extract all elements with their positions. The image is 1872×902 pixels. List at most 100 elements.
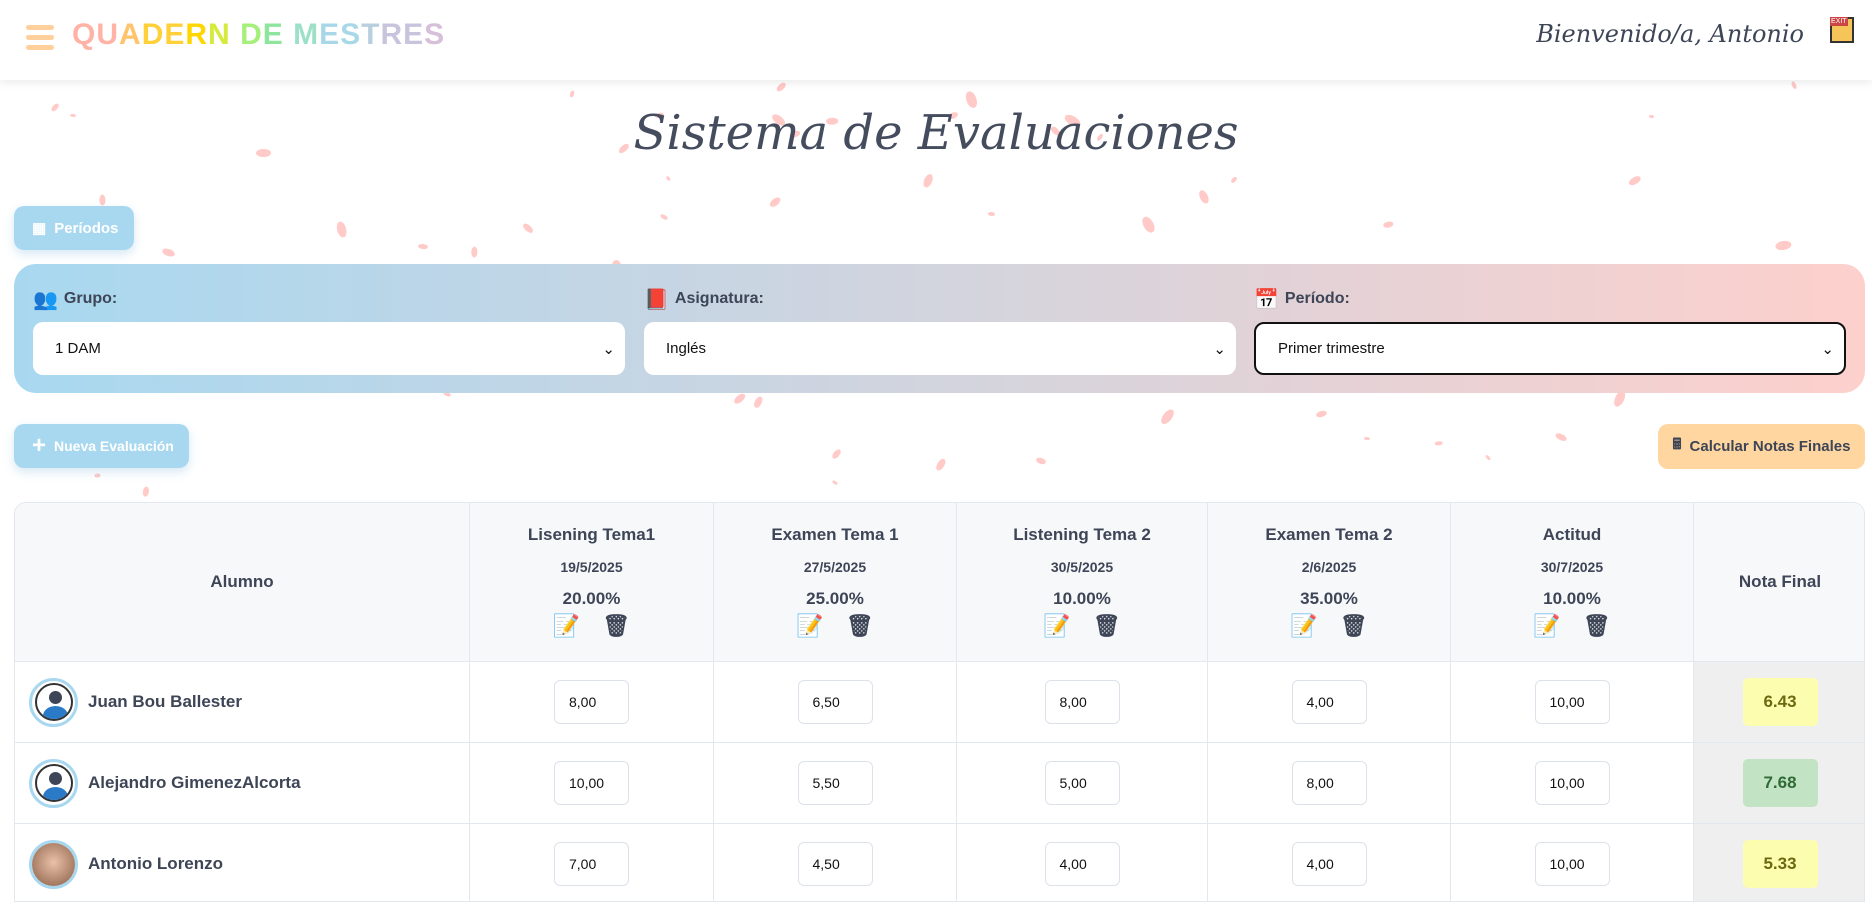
- group-select[interactable]: 1 DAM ⌄: [33, 322, 625, 375]
- petal-decoration: [775, 80, 788, 93]
- grade-input[interactable]: 8,00: [1291, 761, 1367, 805]
- grade-input[interactable]: 4,00: [1044, 842, 1120, 886]
- column-header-student: Alumno: [15, 503, 470, 662]
- petal-decoration: [417, 243, 428, 250]
- evaluation-date: 30/5/2025: [1050, 559, 1114, 575]
- petal-decoration: [569, 90, 576, 98]
- grade-input[interactable]: 6,50: [797, 680, 873, 724]
- petal-decoration: [1197, 188, 1211, 205]
- evaluation-weight: 25.00%: [806, 589, 864, 608]
- subject-label: Asignatura:: [674, 290, 764, 307]
- avatar: [29, 839, 78, 889]
- petal-decoration: [933, 456, 948, 472]
- delete-trash-icon[interactable]: 🗑: [846, 613, 874, 639]
- grade-cell: 10,00: [470, 743, 714, 824]
- grade-input[interactable]: 10,00: [1534, 761, 1610, 805]
- edit-notepad-icon[interactable]: 📝: [1290, 613, 1317, 639]
- evaluation-weight: 10.00%: [1543, 589, 1601, 608]
- petal-decoration: [335, 220, 348, 238]
- grade-input[interactable]: 8,00: [554, 680, 629, 724]
- period-select[interactable]: Primer trimestre ⌄: [1254, 322, 1846, 375]
- grade-cell: 8,00: [470, 662, 714, 743]
- edit-notepad-icon[interactable]: 📝: [796, 613, 823, 639]
- evaluation-name: Examen Tema 1: [771, 525, 899, 544]
- edit-notepad-icon[interactable]: 📝: [553, 613, 580, 639]
- student-cell: Antonio Lorenzo: [15, 824, 470, 901]
- grade-input[interactable]: 4,50: [797, 842, 873, 886]
- evaluation-name: Examen Tema 2: [1265, 525, 1393, 544]
- user-avatar-icon: [34, 683, 73, 721]
- edit-notepad-icon[interactable]: 📝: [1043, 613, 1070, 639]
- grade-cell: 4,00: [1208, 824, 1451, 901]
- delete-trash-icon[interactable]: 🗑: [1340, 613, 1368, 639]
- student-cell: Alejandro GimenezAlcorta: [15, 743, 470, 824]
- grades-table: Alumno Lisening Tema1 19/5/2025 20.00% 📝 🗑 Exa…: [14, 502, 1865, 902]
- grade-cell: 4,00: [957, 824, 1208, 901]
- evaluation-name: Actitud: [1542, 525, 1602, 544]
- delete-trash-icon[interactable]: 🗑: [1093, 613, 1121, 639]
- evaluation-actions: 📝 🗑: [1043, 613, 1120, 639]
- subject-select[interactable]: Inglés ⌄: [644, 322, 1236, 375]
- grade-input[interactable]: 5,00: [1044, 761, 1120, 805]
- grade-cell: 4,50: [714, 824, 957, 901]
- grade-input[interactable]: 10,00: [1534, 842, 1610, 886]
- chevron-down-icon: ⌄: [1821, 340, 1834, 358]
- periods-button[interactable]: ▦ Períodos: [14, 206, 134, 250]
- grade-input[interactable]: 5,50: [797, 761, 873, 805]
- evaluation-date: 2/6/2025: [1301, 559, 1357, 575]
- calculate-label: Calcular Notas Finales: [1689, 438, 1851, 455]
- petal-decoration: [752, 395, 765, 410]
- delete-trash-icon[interactable]: 🗑: [1583, 613, 1611, 639]
- petal-decoration: [1382, 220, 1394, 229]
- column-header-evaluation: Examen Tema 1 27/5/2025 25.00% 📝 🗑: [714, 503, 957, 662]
- student-header-label: Alumno: [210, 572, 274, 591]
- evaluation-weight: 20.00%: [562, 589, 621, 608]
- final-grade-badge: 5.33: [1742, 840, 1818, 888]
- new-evaluation-label: Nueva Evaluación: [54, 438, 174, 454]
- subject-value: Inglés: [666, 340, 707, 357]
- petal-decoration: [1554, 431, 1568, 443]
- hamburger-menu-icon[interactable]: [26, 25, 54, 50]
- student-name: Juan Bou Ballester: [88, 692, 242, 711]
- edit-notepad-icon[interactable]: 📝: [1533, 613, 1560, 639]
- grade-cell: 5,00: [957, 743, 1208, 824]
- petal-decoration: [1158, 406, 1177, 427]
- calendar-icon: 📅: [1254, 288, 1279, 311]
- grade-input[interactable]: 8,00: [1044, 680, 1120, 724]
- petal-decoration: [1790, 80, 1798, 90]
- delete-trash-icon[interactable]: 🗑: [602, 613, 630, 639]
- user-avatar-icon: [34, 764, 73, 802]
- grade-cell: 10,00: [1451, 743, 1694, 824]
- calculate-final-grades-button[interactable]: 🖩 Calcular Notas Finales: [1658, 424, 1865, 469]
- new-evaluation-button[interactable]: + Nueva Evaluación: [14, 424, 189, 468]
- grade-input[interactable]: 4,00: [1291, 842, 1367, 886]
- petal-decoration: [659, 213, 669, 221]
- grade-cell: 5,50: [714, 743, 957, 824]
- student-name: Alejandro GimenezAlcorta: [88, 773, 301, 792]
- petal-decoration: [1314, 409, 1328, 419]
- petal-decoration: [1484, 454, 1491, 462]
- grade-input[interactable]: 10,00: [1534, 680, 1610, 724]
- grade-cell: 7,00: [470, 824, 714, 901]
- period-value: Primer trimestre: [1278, 340, 1385, 357]
- final-grade-header-label: Nota Final: [1738, 572, 1822, 591]
- chevron-down-icon: ⌄: [602, 340, 615, 358]
- petal-decoration: [830, 447, 843, 460]
- column-header-evaluation: Examen Tema 2 2/6/2025 35.00% 📝 🗑: [1208, 503, 1451, 662]
- period-label: Período:: [1284, 290, 1350, 307]
- evaluation-weight: 35.00%: [1300, 589, 1358, 608]
- logout-exit-icon[interactable]: [1830, 17, 1854, 43]
- grade-input[interactable]: 7,00: [554, 842, 629, 886]
- petal-decoration: [921, 172, 935, 189]
- final-grade-cell: 5.33: [1694, 824, 1864, 901]
- petal-decoration: [93, 474, 101, 479]
- evaluation-actions: 📝 🗑: [796, 613, 873, 639]
- grade-input[interactable]: 10,00: [554, 761, 629, 805]
- evaluation-actions: 📝 🗑: [1290, 613, 1367, 639]
- grade-input[interactable]: 4,00: [1291, 680, 1367, 724]
- column-header-evaluation: Listening Tema 2 30/5/2025 10.00% 📝 🗑: [957, 503, 1208, 662]
- column-header-final: Nota Final: [1694, 503, 1864, 662]
- petal-decoration: [1363, 437, 1370, 441]
- evaluation-weight: 10.00%: [1053, 589, 1111, 608]
- column-header-evaluation: Actitud 30/7/2025 10.00% 📝 🗑: [1451, 503, 1694, 662]
